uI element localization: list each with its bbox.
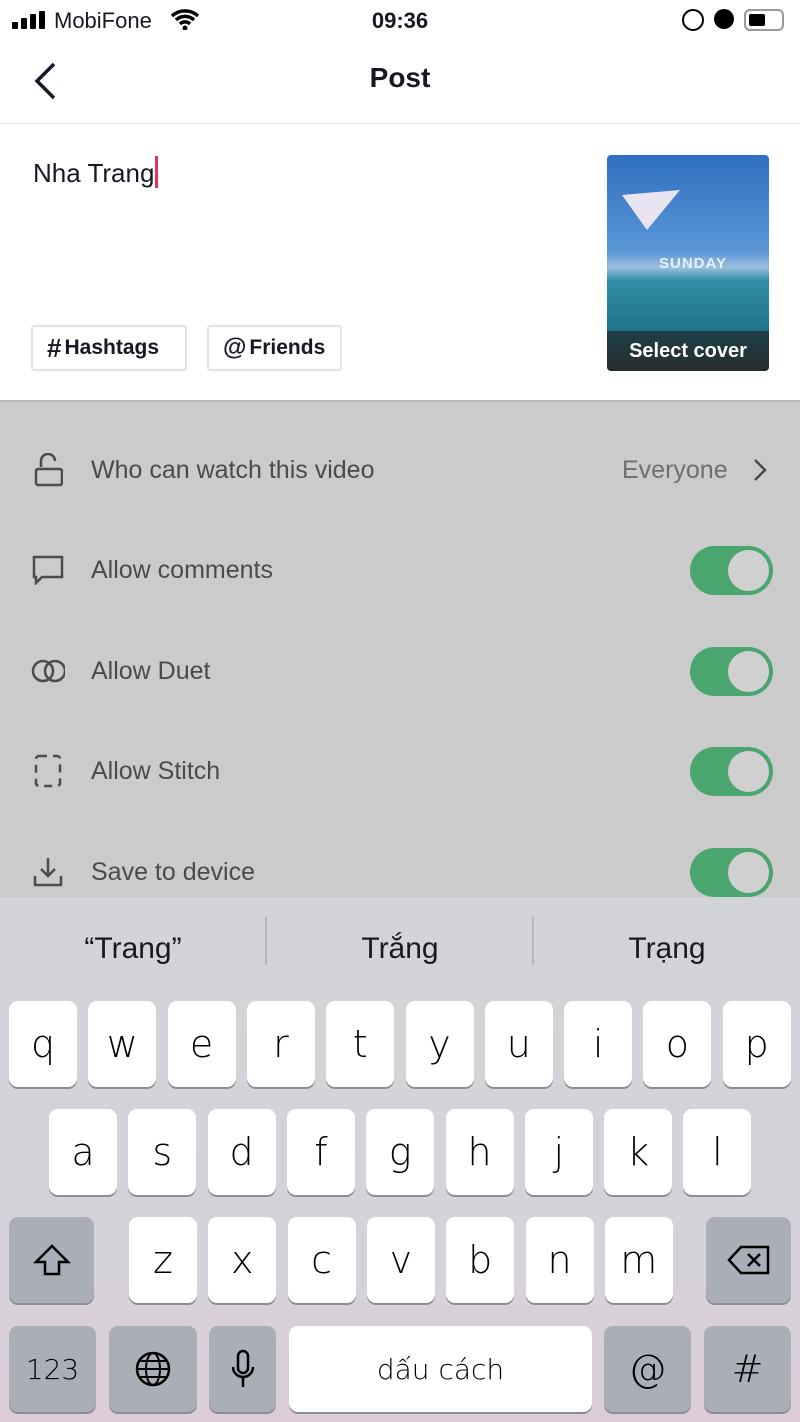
hashtags-label: Hashtags bbox=[64, 336, 159, 359]
space-key[interactable]: dấu cách bbox=[289, 1326, 592, 1412]
key-k[interactable]: k bbox=[604, 1109, 673, 1195]
text-cursor bbox=[155, 156, 159, 188]
caption-input[interactable]: Nha Trang bbox=[33, 156, 159, 189]
allow-stitch-toggle[interactable] bbox=[690, 746, 773, 796]
allow-duet-label: Allow Duet bbox=[91, 656, 211, 685]
page-title: Post bbox=[369, 62, 431, 93]
allow-duet-toggle[interactable] bbox=[690, 646, 773, 696]
key-y[interactable]: y bbox=[405, 1001, 474, 1087]
battery-icon bbox=[744, 9, 784, 31]
numbers-key[interactable]: 123 bbox=[9, 1326, 96, 1412]
microphone-icon bbox=[231, 1349, 254, 1387]
save-to-device-toggle[interactable] bbox=[690, 847, 773, 897]
select-cover-label: Select cover bbox=[607, 331, 769, 371]
settings-panel: Who can watch this video Everyone Allow … bbox=[0, 400, 800, 897]
rotation-lock-icon bbox=[682, 9, 704, 31]
key-m[interactable]: m bbox=[604, 1217, 673, 1303]
shift-key[interactable] bbox=[9, 1217, 94, 1303]
duet-icon bbox=[31, 654, 65, 688]
friends-label: Friends bbox=[249, 336, 326, 359]
key-d[interactable]: d bbox=[207, 1109, 276, 1195]
stitch-icon bbox=[31, 754, 65, 788]
key-q[interactable]: q bbox=[9, 1001, 77, 1087]
key-h[interactable]: h bbox=[445, 1109, 514, 1195]
key-r[interactable]: r bbox=[246, 1001, 315, 1087]
globe-key[interactable] bbox=[109, 1326, 197, 1412]
globe-icon bbox=[135, 1351, 171, 1387]
key-l[interactable]: l bbox=[683, 1109, 752, 1195]
allow-comments-row: Allow comments bbox=[0, 540, 800, 600]
key-b[interactable]: b bbox=[446, 1217, 515, 1303]
save-to-device-row: Save to device bbox=[0, 842, 800, 902]
allow-stitch-row: Allow Stitch bbox=[0, 741, 800, 801]
key-j[interactable]: j bbox=[524, 1109, 593, 1195]
alarm-icon bbox=[714, 9, 734, 29]
who-can-watch-row[interactable]: Who can watch this video Everyone bbox=[0, 440, 800, 500]
who-can-watch-value: Everyone bbox=[622, 455, 728, 484]
key-e[interactable]: e bbox=[167, 1001, 236, 1087]
key-f[interactable]: f bbox=[286, 1109, 355, 1195]
chevron-right-icon bbox=[754, 459, 767, 481]
status-bar: MobiFone 09:36 bbox=[0, 0, 800, 40]
key-u[interactable]: u bbox=[484, 1001, 553, 1087]
friends-button[interactable]: @ Friends bbox=[207, 325, 342, 371]
key-o[interactable]: o bbox=[643, 1001, 712, 1087]
key-i[interactable]: i bbox=[564, 1001, 633, 1087]
allow-comments-label: Allow comments bbox=[91, 555, 273, 584]
backspace-key[interactable] bbox=[706, 1217, 791, 1303]
hashtags-button[interactable]: # Hashtags bbox=[31, 325, 187, 371]
key-p[interactable]: p bbox=[722, 1001, 791, 1087]
allow-stitch-label: Allow Stitch bbox=[91, 756, 221, 785]
who-can-watch-label: Who can watch this video bbox=[91, 455, 375, 484]
hash-key[interactable]: # bbox=[704, 1326, 791, 1412]
suggestion-3[interactable]: Trạng bbox=[534, 897, 800, 1000]
key-n[interactable]: n bbox=[525, 1217, 594, 1303]
caption-text: Nha Trang bbox=[33, 158, 155, 188]
nav-bar: Post bbox=[0, 40, 800, 124]
select-cover-button[interactable]: SUNDAY Select cover bbox=[607, 155, 769, 371]
key-w[interactable]: w bbox=[88, 1001, 157, 1087]
key-c[interactable]: c bbox=[287, 1217, 356, 1303]
cover-overlay-text: SUNDAY bbox=[659, 255, 727, 272]
key-v[interactable]: v bbox=[366, 1217, 435, 1303]
microphone-key[interactable] bbox=[209, 1326, 276, 1412]
key-t[interactable]: t bbox=[326, 1001, 395, 1087]
at-icon: @ bbox=[223, 334, 247, 361]
key-g[interactable]: g bbox=[366, 1109, 435, 1195]
download-icon bbox=[31, 855, 65, 889]
keyboard: “Trang” Trắng Trạng qwertyuiop asdfghjkl z… bbox=[0, 897, 800, 1422]
suggestion-1[interactable]: “Trang” bbox=[0, 897, 266, 1000]
key-s[interactable]: s bbox=[128, 1109, 197, 1195]
suggestion-2[interactable]: Trắng bbox=[267, 897, 533, 1000]
hash-icon: # bbox=[47, 332, 62, 363]
key-x[interactable]: x bbox=[208, 1217, 277, 1303]
key-a[interactable]: a bbox=[49, 1109, 117, 1195]
clock: 09:36 bbox=[371, 8, 429, 33]
save-to-device-label: Save to device bbox=[91, 857, 255, 886]
allow-duet-row: Allow Duet bbox=[0, 641, 800, 701]
comment-icon bbox=[31, 553, 65, 587]
key-z[interactable]: z bbox=[129, 1217, 197, 1303]
shift-icon bbox=[32, 1244, 71, 1276]
allow-comments-toggle[interactable] bbox=[690, 545, 773, 595]
lock-open-icon bbox=[31, 453, 65, 487]
backspace-icon bbox=[726, 1245, 769, 1275]
paper-plane-sticker bbox=[622, 190, 680, 230]
at-key[interactable]: @ bbox=[604, 1326, 691, 1412]
